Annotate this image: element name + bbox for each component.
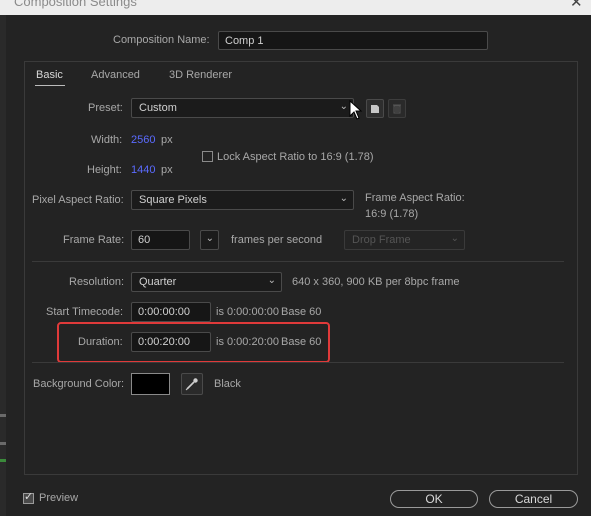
save-preset-icon (371, 105, 379, 113)
chevron-down-icon: ⌄ (339, 101, 348, 112)
divider (32, 362, 564, 363)
height-value[interactable]: 1440 (131, 164, 155, 176)
pixel-aspect-dropdown[interactable]: Square Pixels ⌄ (131, 190, 354, 210)
frame-rate-label: Frame Rate: (63, 234, 125, 246)
width-label: Width: (91, 134, 123, 146)
background-color-name: Black (214, 378, 241, 390)
duration-highlight-box (57, 322, 330, 363)
tab-active-underline (35, 85, 65, 86)
chevron-down-icon: ⌄ (339, 193, 348, 204)
frame-rate-input[interactable]: 60 (131, 230, 190, 250)
background-color-swatch[interactable] (131, 373, 170, 395)
close-icon[interactable]: ✕ (570, 0, 583, 11)
resolution-dropdown[interactable]: Quarter ⌄ (131, 272, 282, 292)
frame-rate-dropdown[interactable]: ⌄ (200, 230, 219, 250)
drop-frame-value: Drop Frame (352, 234, 411, 246)
chevron-down-icon: ⌄ (450, 233, 459, 244)
settings-panel (24, 61, 578, 475)
lock-aspect-checkbox[interactable] (202, 151, 213, 162)
delete-preset-button[interactable] (388, 99, 406, 118)
tab-advanced[interactable]: Advanced (91, 69, 140, 81)
ok-button[interactable]: OK (390, 490, 478, 508)
title-bar: Composition Settings ✕ (0, 0, 591, 15)
tab-basic[interactable]: Basic (36, 69, 63, 81)
pixel-aspect-label: Pixel Aspect Ratio: (32, 194, 124, 206)
preview-label: Preview (39, 492, 79, 504)
window-title: Composition Settings (14, 0, 137, 9)
lock-aspect-label: Lock Aspect Ratio to 16:9 (1.78) (217, 151, 374, 163)
frame-rate-unit: frames per second (231, 234, 323, 246)
width-unit: px (161, 134, 173, 146)
resolution-info: 640 x 360, 900 KB per 8bpc frame (292, 276, 460, 288)
start-timecode-input[interactable]: 0:00:00:00 (131, 302, 211, 322)
eyedropper-icon (185, 378, 198, 391)
resolution-label: Resolution: (69, 276, 125, 288)
comp-name-input[interactable]: Comp 1 (218, 31, 488, 50)
height-label: Height: (87, 164, 122, 176)
divider (32, 261, 564, 262)
height-unit: px (161, 164, 173, 176)
save-preset-button[interactable] (366, 99, 384, 118)
preset-value: Custom (139, 102, 177, 114)
chevron-down-icon: ⌄ (205, 233, 214, 244)
preview-checkbox[interactable] (23, 490, 34, 504)
start-timecode-label: Start Timecode: (46, 306, 124, 318)
width-value[interactable]: 2560 (131, 134, 155, 146)
pixel-aspect-value: Square Pixels (139, 194, 207, 206)
background-color-label: Background Color: (33, 378, 125, 390)
start-timecode-base: Base 60 (281, 306, 322, 318)
frame-aspect-label: Frame Aspect Ratio: (365, 192, 465, 204)
comp-name-label: Composition Name: (113, 34, 210, 46)
drop-frame-dropdown[interactable]: Drop Frame ⌄ (344, 230, 465, 250)
start-timecode-is: is 0:00:00:00 (216, 306, 279, 318)
frame-aspect-value: 16:9 (1.78) (365, 208, 419, 220)
mouse-cursor-icon (349, 100, 363, 120)
preset-label: Preset: (88, 102, 123, 114)
cancel-button[interactable]: Cancel (489, 490, 578, 508)
tab-3d-renderer[interactable]: 3D Renderer (169, 69, 232, 81)
chevron-down-icon: ⌄ (267, 275, 276, 286)
preset-dropdown[interactable]: Custom ⌄ (131, 98, 354, 118)
trash-icon (393, 104, 401, 114)
resolution-value: Quarter (139, 276, 177, 288)
eyedropper-button[interactable] (181, 373, 203, 395)
